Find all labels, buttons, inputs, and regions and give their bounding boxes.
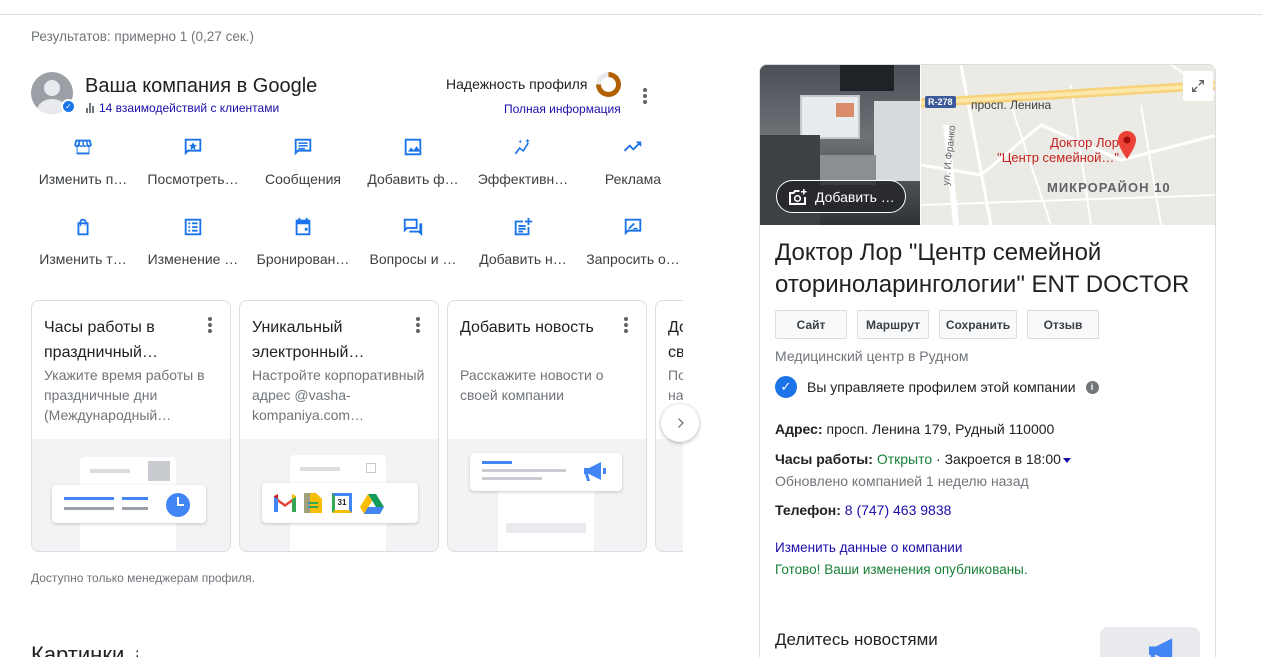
verified-check-icon: ✓ bbox=[61, 99, 76, 114]
business-name: Доктор Лор "Центр семейной оториноларинг… bbox=[775, 239, 1190, 298]
trending-up-icon bbox=[623, 141, 642, 152]
star-message-icon bbox=[184, 138, 202, 156]
business-profile-header: ✓ Ваша компания в Google 14 взаимодейств… bbox=[31, 72, 661, 117]
road-badge: R-278 bbox=[925, 96, 956, 108]
managers-only-note: Доступно только менеджерам профиля. bbox=[31, 571, 255, 585]
info-icon[interactable]: i bbox=[1085, 380, 1099, 394]
card-more-icon[interactable] bbox=[408, 315, 428, 335]
card-unique-email[interactable]: Уникальный электронный… Настройте корпор… bbox=[239, 300, 439, 552]
action-buttons: Сайт Маршрут Сохранить Отзыв bbox=[775, 310, 1099, 339]
expand-icon bbox=[1192, 80, 1204, 92]
action-add-post[interactable]: Добавить н… bbox=[471, 216, 575, 267]
add-photo-icon bbox=[789, 188, 807, 205]
results-stats: Результатов: примерно 1 (0,27 сек.) bbox=[31, 29, 254, 44]
list-icon bbox=[184, 218, 202, 236]
published-message: Готово! Ваши изменения опубликованы. bbox=[775, 562, 1028, 577]
rate-review-icon bbox=[624, 218, 642, 236]
map-pin-icon bbox=[1118, 131, 1136, 159]
calendar-app-icon: 31 bbox=[332, 493, 352, 513]
news-illustration bbox=[448, 439, 646, 551]
reliability-ring-icon[interactable] bbox=[596, 72, 621, 97]
action-request-reviews[interactable]: Запросить о… bbox=[581, 216, 685, 267]
knowledge-panel: Добавить … R-278 просп. Ленина Доктор Ло… bbox=[759, 64, 1216, 657]
phone-row: Телефон: 8 (747) 463 9838 bbox=[775, 502, 952, 518]
suggestion-cards-carousel: Часы работы в праздничный… Укажите время… bbox=[31, 300, 683, 552]
more-options-icon[interactable] bbox=[635, 86, 655, 106]
bar-chart-icon bbox=[86, 103, 94, 113]
card-more-icon[interactable] bbox=[616, 315, 636, 335]
add-photo-button[interactable]: Добавить … bbox=[776, 180, 906, 213]
hours-row[interactable]: Часы работы: Открыто · Закроется в 18:00 bbox=[775, 451, 1071, 467]
business-category: Медицинский центр в Рудном bbox=[775, 348, 969, 364]
clinic-photo[interactable]: Добавить … bbox=[760, 65, 920, 225]
images-heading[interactable]: Картинки ⋮ bbox=[31, 642, 145, 657]
megaphone-icon bbox=[1149, 638, 1173, 657]
action-edit-services[interactable]: Изменение … bbox=[141, 216, 245, 267]
hours-status: Открыто bbox=[876, 451, 933, 467]
profile-reliability-label: Надежность профиля bbox=[446, 76, 588, 92]
expand-map-button[interactable] bbox=[1183, 71, 1213, 101]
interactions-text: 14 взаимодействий с клиентами bbox=[99, 101, 280, 115]
action-add-photo[interactable]: Добавить ф… bbox=[361, 136, 465, 187]
insights-icon bbox=[514, 138, 530, 155]
share-news-heading: Делитесь новостями bbox=[775, 630, 938, 649]
gmail-icon bbox=[274, 494, 296, 512]
calendar-icon bbox=[295, 217, 311, 236]
save-button[interactable]: Сохранить bbox=[939, 310, 1017, 339]
website-button[interactable]: Сайт bbox=[775, 310, 847, 339]
action-ads[interactable]: Реклама bbox=[581, 136, 685, 187]
workspace-apps-illustration: 31 bbox=[240, 439, 438, 551]
action-messages[interactable]: Сообщения bbox=[251, 136, 355, 187]
owner-verified-row: ✓ Вы управляете профилем этой компании i bbox=[775, 376, 1099, 398]
directions-button[interactable]: Маршрут bbox=[857, 310, 929, 339]
map-district-label: МИКРОРАЙОН 10 bbox=[1047, 180, 1171, 195]
carousel-next-button[interactable] bbox=[661, 404, 699, 442]
drive-icon bbox=[360, 494, 384, 514]
card-holiday-hours[interactable]: Часы работы в праздничный… Укажите время… bbox=[31, 300, 231, 552]
interactions-link[interactable]: 14 взаимодействий с клиентами bbox=[86, 101, 279, 115]
share-news-illustration bbox=[1100, 627, 1200, 657]
location-map[interactable]: R-278 просп. Ленина Доктор Лор "Центр се… bbox=[921, 65, 1215, 225]
full-info-link[interactable]: Полная информация bbox=[504, 102, 621, 116]
chevron-right-icon bbox=[678, 418, 684, 428]
action-edit-profile[interactable]: Изменить п… bbox=[31, 136, 135, 187]
card-more-icon[interactable] bbox=[200, 315, 220, 335]
image-icon bbox=[404, 138, 422, 156]
updated-note: Обновлено компанией 1 неделю назад bbox=[775, 473, 1029, 489]
verified-badge-icon: ✓ bbox=[775, 376, 797, 398]
business-profile-title[interactable]: Ваша компания в Google bbox=[85, 75, 317, 98]
action-bookings[interactable]: Бронирован… bbox=[251, 216, 355, 267]
post-add-icon bbox=[514, 217, 533, 236]
chevron-down-icon bbox=[1062, 457, 1071, 463]
action-questions[interactable]: Вопросы и … bbox=[361, 216, 465, 267]
top-divider bbox=[0, 14, 1262, 15]
map-pin-label: Доктор Лор "Центр семейной…" bbox=[997, 135, 1119, 165]
card-add-news[interactable]: Добавить новость Расскажите новости о св… bbox=[447, 300, 647, 552]
action-performance[interactable]: Эффективн… bbox=[471, 136, 575, 187]
forum-icon bbox=[403, 218, 423, 237]
edit-business-link[interactable]: Изменить данные о компании bbox=[775, 540, 962, 555]
review-button[interactable]: Отзыв bbox=[1027, 310, 1099, 339]
shopping-bag-icon bbox=[77, 218, 89, 236]
docs-icon bbox=[304, 493, 322, 513]
holiday-hours-illustration bbox=[32, 439, 230, 551]
action-edit-products[interactable]: Изменить т… bbox=[31, 216, 135, 267]
address-row: Адрес: просп. Ленина 179, Рудный 110000 bbox=[775, 421, 1055, 437]
map-street-label: просп. Ленина bbox=[971, 98, 1052, 112]
phone-link[interactable]: 8 (747) 463 9838 bbox=[845, 502, 952, 518]
address-value[interactable]: просп. Ленина 179, Рудный 110000 bbox=[827, 421, 1055, 437]
megaphone-icon bbox=[584, 462, 606, 481]
chat-icon bbox=[294, 138, 312, 156]
action-view-reviews[interactable]: Посмотреть… bbox=[141, 136, 245, 187]
store-icon bbox=[74, 139, 92, 155]
